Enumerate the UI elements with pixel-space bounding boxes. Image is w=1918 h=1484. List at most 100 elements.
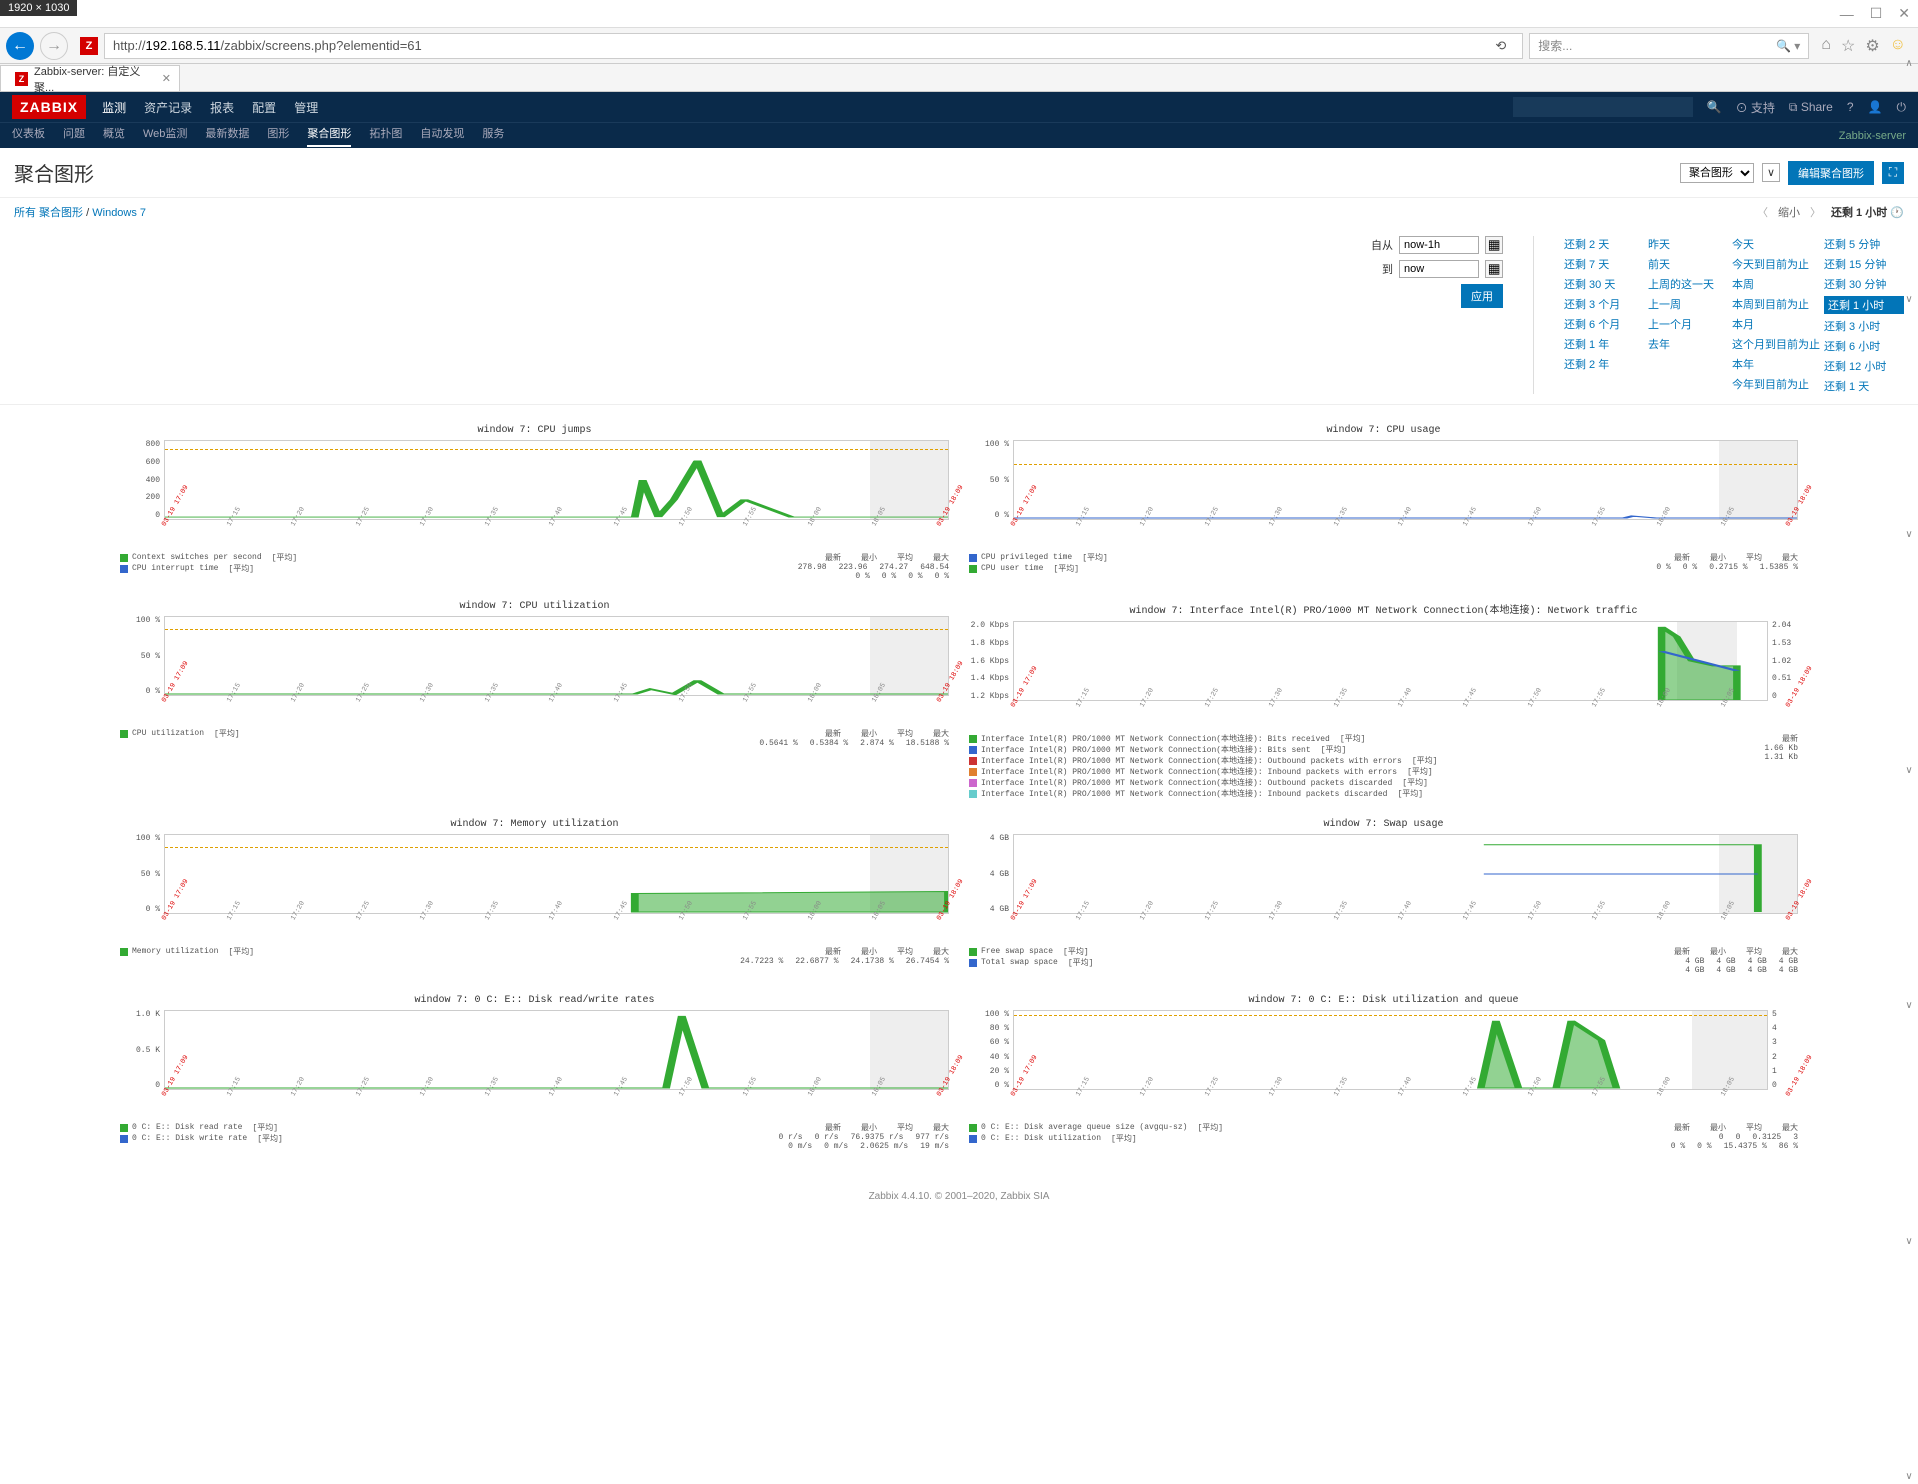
url-bar[interactable]: http://192.168.5.11/zabbix/screens.php?e…	[104, 33, 1523, 59]
minimize-icon[interactable]: —	[1840, 6, 1854, 22]
time-preset[interactable]: 今天	[1732, 236, 1820, 252]
search-icon[interactable]: 🔍	[1707, 100, 1722, 114]
scroll-down-icon[interactable]: ∨	[1902, 1236, 1916, 1247]
time-preset[interactable]: 还剩 1 天	[1824, 378, 1904, 394]
submenu-item[interactable]: 服务	[482, 125, 504, 147]
menu-item[interactable]: 资产记录	[144, 99, 192, 116]
time-preset[interactable]: 还剩 7 天	[1564, 256, 1644, 272]
chart-legend: CPU privileged time[平均]CPU user time[平均]…	[969, 552, 1798, 574]
star-icon[interactable]: ☆	[1841, 36, 1855, 56]
submenu-item[interactable]: 拓扑图	[369, 125, 402, 147]
submenu-item[interactable]: 概览	[103, 125, 125, 147]
user-icon[interactable]: 👤	[1868, 100, 1883, 114]
time-preset[interactable]: 还剩 5 分钟	[1824, 236, 1904, 252]
edit-screen-button[interactable]: 编辑聚合图形	[1788, 161, 1874, 185]
to-input[interactable]	[1399, 260, 1479, 278]
time-preset[interactable]: 还剩 6 个月	[1564, 316, 1644, 332]
scroll-down-icon[interactable]: ∨	[1902, 294, 1916, 305]
time-preset[interactable]: 去年	[1648, 336, 1728, 352]
chart-disk-util: window 7: 0 C: E:: Disk utilization and …	[969, 995, 1798, 1151]
scroll-down-icon[interactable]: ∨	[1902, 529, 1916, 540]
zoom-out-button[interactable]: 缩小	[1778, 204, 1800, 220]
time-range-label[interactable]: 还剩 1 小时 🕐	[1831, 204, 1904, 220]
search-icon[interactable]: 🔍 ▾	[1776, 39, 1800, 53]
share-link[interactable]: ⧉ Share	[1789, 100, 1833, 115]
time-preset[interactable]: 本周到目前为止	[1732, 296, 1820, 312]
menu-item[interactable]: 配置	[252, 99, 276, 116]
time-preset[interactable]: 还剩 3 个月	[1564, 296, 1644, 312]
time-preset[interactable]: 前天	[1648, 256, 1728, 272]
breadcrumb: 所有 聚合图形 / Windows 7	[14, 204, 146, 220]
submenu-item[interactable]: Web监测	[143, 125, 187, 147]
from-calendar-icon[interactable]: ▦	[1485, 236, 1503, 254]
breadcrumb-current[interactable]: Windows 7	[92, 207, 146, 219]
forward-button[interactable]: →	[40, 32, 68, 60]
time-preset[interactable]: 还剩 15 分钟	[1824, 256, 1904, 272]
time-preset[interactable]: 上一个月	[1648, 316, 1728, 332]
time-next-icon[interactable]: 〉	[1810, 204, 1821, 220]
time-preset[interactable]: 上一周	[1648, 296, 1728, 312]
kiosk-icon[interactable]: ⛶	[1882, 162, 1904, 184]
time-preset[interactable]: 今天到目前为止	[1732, 256, 1820, 272]
submenu-item[interactable]: 最新数据	[205, 125, 249, 147]
to-calendar-icon[interactable]: ▦	[1485, 260, 1503, 278]
submenu-host[interactable]: Zabbix-server	[1839, 130, 1906, 142]
dropdown-arrow[interactable]: ∨	[1762, 163, 1780, 182]
time-preset[interactable]: 还剩 30 分钟	[1824, 276, 1904, 292]
menu-item[interactable]: 报表	[210, 99, 234, 116]
time-preset[interactable]: 还剩 12 小时	[1824, 358, 1904, 374]
refresh-icon[interactable]: ⟲	[1487, 38, 1514, 54]
browser-tab[interactable]: Z Zabbix-server: 自定义聚... ✕	[0, 65, 180, 91]
submenu-item[interactable]: 仪表板	[12, 125, 45, 147]
chart-plot[interactable]	[1013, 1010, 1768, 1090]
submenu-item[interactable]: 聚合图形	[307, 125, 351, 147]
scroll-up-icon[interactable]: ∧	[1902, 58, 1916, 69]
submenu-item[interactable]: 问题	[63, 125, 85, 147]
submenu-item[interactable]: 自动发现	[420, 125, 464, 147]
from-input[interactable]	[1399, 236, 1479, 254]
menu-item[interactable]: 管理	[294, 99, 318, 116]
submenu-item[interactable]: 图形	[267, 125, 289, 147]
time-preset[interactable]: 还剩 1 年	[1564, 336, 1644, 352]
time-prev-icon[interactable]: 〈	[1757, 204, 1768, 220]
apply-button[interactable]: 应用	[1461, 284, 1503, 308]
scrollbar[interactable]: ∧ ∨ ∨ ∨ ∨ ∨ ∨	[1902, 58, 1916, 1482]
time-preset[interactable]: 还剩 2 天	[1564, 236, 1644, 252]
time-preset[interactable]: 这个月到目前为止	[1732, 336, 1820, 352]
chart-title: window 7: CPU utilization	[120, 601, 949, 612]
gear-icon[interactable]: ⚙	[1865, 36, 1879, 56]
tab-close-icon[interactable]: ✕	[162, 72, 171, 85]
home-icon[interactable]: ⌂	[1821, 36, 1831, 56]
scroll-down-icon[interactable]: ∨	[1902, 765, 1916, 776]
chart-plot[interactable]	[1013, 621, 1768, 701]
maximize-icon[interactable]: ☐	[1870, 5, 1883, 22]
screen-select[interactable]: 聚合图形	[1680, 163, 1754, 183]
breadcrumb-root[interactable]: 所有 聚合图形	[14, 207, 83, 219]
time-preset[interactable]: 本月	[1732, 316, 1820, 332]
time-preset[interactable]: 本年	[1732, 356, 1820, 372]
y-axis: 100 %50 %0 %	[120, 834, 164, 914]
chart-mem-util: window 7: Memory utilization 100 %50 %0 …	[120, 819, 949, 975]
smiley-icon[interactable]: ☺	[1890, 36, 1906, 56]
time-preset[interactable]: 今年到目前为止	[1732, 376, 1820, 392]
menu-item[interactable]: 监测	[102, 99, 126, 116]
time-preset[interactable]: 还剩 30 天	[1564, 276, 1644, 292]
zabbix-search-input[interactable]	[1513, 97, 1693, 117]
chart-legend: Context switches per second[平均]CPU inter…	[120, 552, 949, 581]
time-preset[interactable]: 还剩 6 小时	[1824, 338, 1904, 354]
help-icon[interactable]: ?	[1847, 100, 1854, 114]
zabbix-logo[interactable]: ZABBIX	[12, 95, 86, 119]
time-preset[interactable]: 还剩 1 小时	[1824, 296, 1904, 314]
chart-title: window 7: CPU jumps	[120, 425, 949, 436]
close-window-icon[interactable]: ✕	[1898, 5, 1910, 22]
time-preset[interactable]: 昨天	[1648, 236, 1728, 252]
time-preset[interactable]: 上周的这一天	[1648, 276, 1728, 292]
time-preset[interactable]: 本周	[1732, 276, 1820, 292]
time-preset[interactable]: 还剩 2 年	[1564, 356, 1644, 372]
browser-search[interactable]: 搜索... 🔍 ▾	[1529, 33, 1809, 59]
back-button[interactable]: ←	[6, 32, 34, 60]
scroll-down-icon[interactable]: ∨	[1902, 1471, 1916, 1482]
support-link[interactable]: ⊙ 支持	[1736, 99, 1775, 116]
time-preset[interactable]: 还剩 3 小时	[1824, 318, 1904, 334]
scroll-down-icon[interactable]: ∨	[1902, 1000, 1916, 1011]
